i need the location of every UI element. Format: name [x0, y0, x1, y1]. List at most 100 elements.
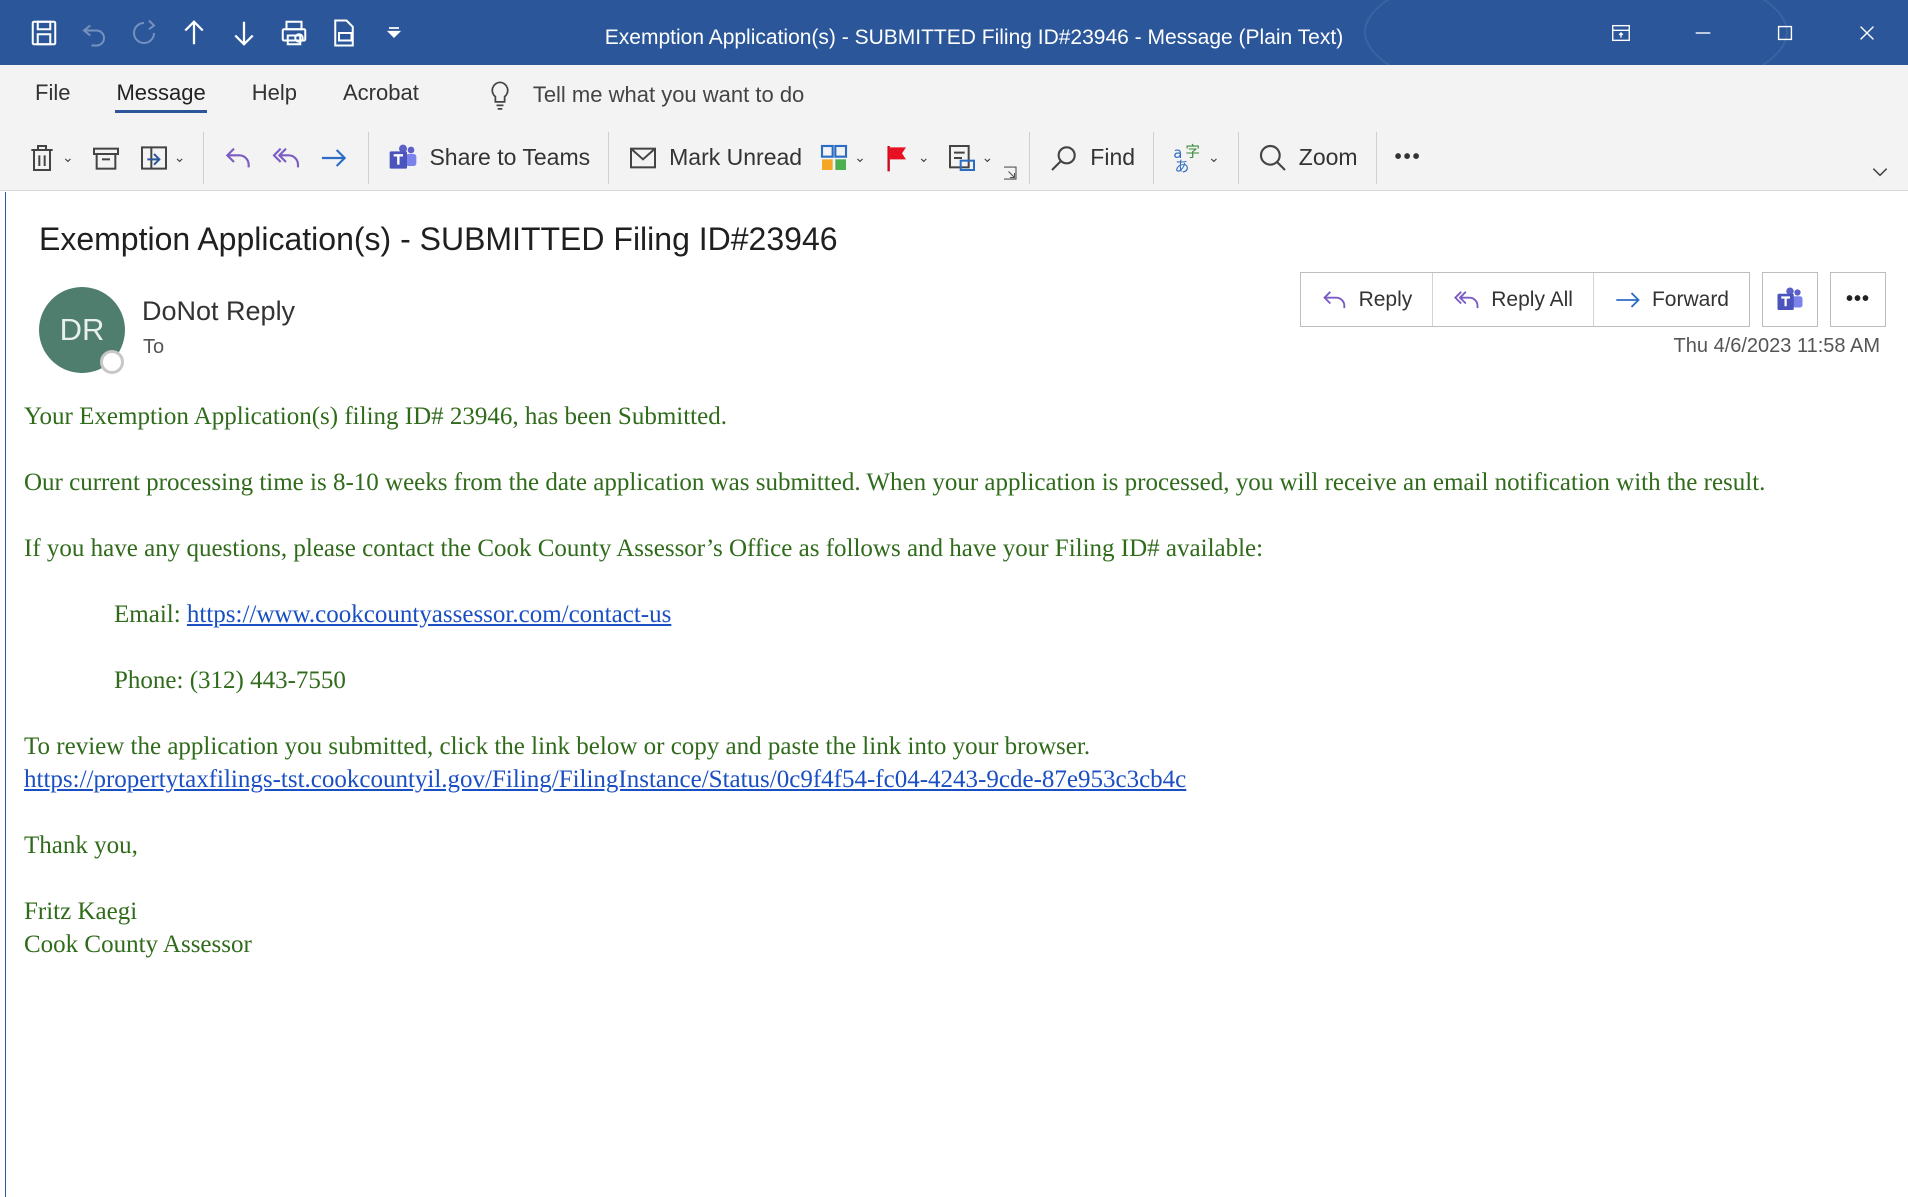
print-preview-icon — [334, 19, 354, 46]
menu-tabs: File Message Help Acrobat Tell me what y… — [0, 65, 1908, 125]
more-icon: ••• — [1845, 288, 1870, 310]
translate-icon: a 字あ — [1173, 143, 1200, 173]
ribbon-reply-button[interactable] — [214, 133, 262, 183]
ribbon-display-icon — [1612, 24, 1630, 41]
teams-icon — [1777, 287, 1803, 310]
close-button[interactable] — [1826, 0, 1908, 65]
translate-button[interactable]: a字あ ⌄ — [1164, 133, 1228, 183]
previous-item-button[interactable] — [172, 11, 216, 55]
tell-me-label: Tell me what you want to do — [532, 82, 805, 107]
forward-button[interactable]: Forward — [1594, 273, 1749, 326]
chevron-down-icon: ⌄ — [173, 149, 186, 165]
ribbon-group-find: Find — [1030, 130, 1153, 186]
share-to-teams-quick-button[interactable] — [1762, 272, 1818, 327]
ribbon: ⌄ ⌄ Share to Teams Mark Unread ⌄ ⌄ ⌄ Fin… — [0, 125, 1908, 191]
reply-all-button[interactable]: Reply All — [1433, 273, 1594, 326]
respond-group: Reply Reply All Forward — [1299, 272, 1750, 327]
signature-title: Cook County Assessor — [24, 931, 252, 958]
more-actions-button[interactable]: ••• — [1830, 272, 1886, 327]
tab-file[interactable]: File — [0, 65, 93, 125]
move-button[interactable]: ⌄ — [130, 133, 194, 183]
dialog-launcher-icon[interactable] — [1001, 164, 1019, 182]
print-button[interactable] — [272, 11, 316, 55]
mark-unread-button[interactable]: Mark Unread — [619, 133, 810, 183]
archive-icon — [92, 147, 119, 170]
reply-all-icon — [272, 147, 300, 167]
find-button[interactable]: Find — [1040, 133, 1143, 183]
move-to-folder-icon — [140, 145, 167, 170]
maximize-icon — [1777, 25, 1793, 40]
customize-qat-icon — [386, 26, 402, 38]
ribbon-group-delete: ⌄ ⌄ — [0, 130, 203, 186]
undo-button[interactable] — [72, 11, 116, 55]
redo-icon — [133, 19, 156, 44]
envelope-icon — [630, 147, 657, 168]
close-icon — [1860, 25, 1874, 40]
ribbon-group-language: a字あ ⌄ — [1154, 130, 1238, 186]
forward-icon — [322, 148, 347, 167]
maximize-button[interactable] — [1744, 0, 1826, 65]
email-label: Email: — [114, 601, 187, 628]
redo-button[interactable] — [122, 11, 166, 55]
tell-me-search[interactable]: Tell me what you want to do — [487, 80, 804, 110]
email-line: Email: https://www.cookcountyassessor.co… — [24, 598, 1884, 631]
avatar-initials: DR — [59, 312, 105, 347]
categorize-icon — [821, 144, 848, 170]
next-item-button[interactable] — [222, 11, 266, 55]
ribbon-forward-button[interactable] — [310, 133, 358, 183]
ribbon-group-teams: Share to Teams — [369, 130, 608, 186]
body-paragraph: Your Exemption Application(s) filing ID#… — [24, 403, 727, 430]
contact-link[interactable]: https://www.cookcountyassessor.com/conta… — [187, 601, 671, 628]
reply-label: Reply — [1358, 287, 1413, 311]
reply-button[interactable]: Reply — [1301, 273, 1434, 326]
recipient-label: To — [143, 336, 165, 358]
delete-button[interactable]: ⌄ — [18, 133, 82, 183]
save-icon — [31, 20, 57, 45]
zoom-label: Zoom — [1298, 144, 1358, 170]
search-icon — [1051, 145, 1077, 171]
zoom-button[interactable]: Zoom — [1249, 133, 1366, 183]
archive-button[interactable] — [82, 133, 130, 183]
chevron-down-icon: ⌄ — [1208, 149, 1220, 165]
body-paragraph: To review the application you submitted,… — [24, 733, 1091, 760]
zoom-icon — [1259, 144, 1286, 171]
chevron-down-icon: ⌄ — [917, 149, 930, 165]
follow-up-button[interactable]: ⌄ — [874, 133, 938, 183]
print-preview-button[interactable] — [322, 11, 366, 55]
minimize-button[interactable] — [1662, 0, 1744, 65]
phone-line: Phone: (312) 443-7550 — [114, 667, 346, 694]
tab-acrobat[interactable]: Acrobat — [320, 65, 442, 125]
body-paragraph: If you have any questions, please contac… — [24, 535, 1264, 562]
body-paragraph: Our current processing time is 8-10 week… — [24, 469, 1766, 496]
message-subject: Exemption Application(s) - SUBMITTED Fil… — [39, 221, 838, 257]
tab-help[interactable]: Help — [229, 65, 320, 125]
closing-line: Thank you, — [24, 832, 138, 859]
title-bar: Exemption Application(s) - SUBMITTED Fil… — [0, 0, 1908, 65]
reading-pane: Exemption Application(s) - SUBMITTED Fil… — [5, 192, 1908, 1197]
print-icon — [281, 20, 307, 45]
customize-qat-button[interactable] — [372, 11, 416, 55]
save-button[interactable] — [22, 11, 66, 55]
rules-icon — [948, 144, 975, 171]
signature-name: Fritz Kaegi — [24, 898, 138, 925]
forward-label: Forward — [1651, 287, 1729, 311]
teams-icon — [390, 144, 417, 169]
chevron-down-icon[interactable] — [1870, 162, 1890, 182]
previous-item-icon — [184, 19, 204, 44]
share-to-teams-button[interactable]: Share to Teams — [379, 133, 598, 183]
more-commands-button[interactable]: ••• — [1387, 133, 1430, 183]
chevron-down-icon: ⌄ — [62, 149, 74, 165]
message-actions: Reply Reply All Forward ••• — [1299, 272, 1886, 327]
categorize-button[interactable]: ⌄ — [810, 133, 874, 183]
review-application-link[interactable]: https://propertytaxfilings-tst.cookcount… — [24, 766, 1186, 793]
window-controls — [1580, 0, 1908, 65]
ribbon-display-options-button[interactable] — [1580, 0, 1662, 65]
message-timestamp: Thu 4/6/2023 11:58 AM — [1673, 335, 1880, 357]
more-icon: ••• — [1394, 146, 1422, 168]
reply-all-icon — [1454, 290, 1479, 308]
rules-button[interactable]: ⌄ — [938, 133, 1002, 183]
ribbon-reply-all-button[interactable] — [262, 133, 310, 183]
tab-message[interactable]: Message — [93, 65, 228, 125]
sender-name[interactable]: DoNot Reply — [142, 296, 295, 327]
reply-all-label: Reply All — [1491, 287, 1573, 311]
